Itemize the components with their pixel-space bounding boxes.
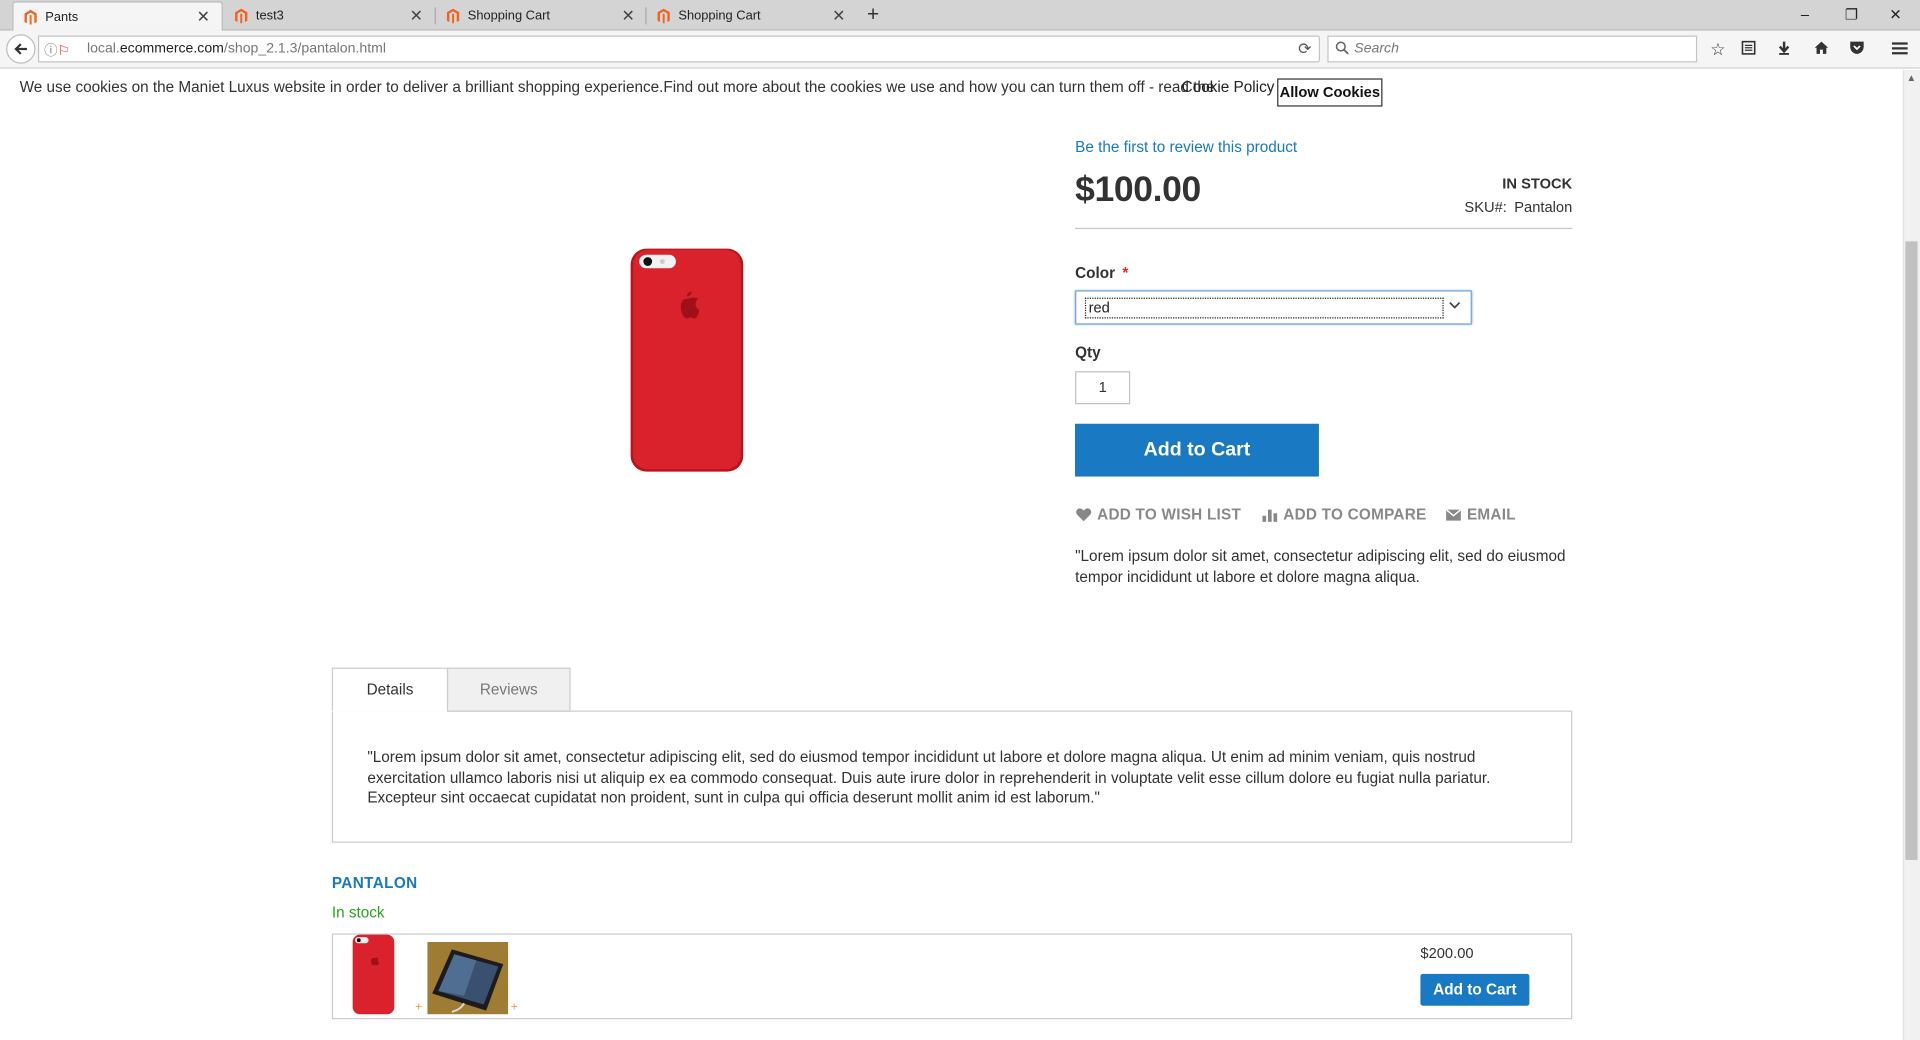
wishlist-label: ADD TO WISH LIST	[1097, 505, 1242, 524]
product-image	[630, 248, 744, 472]
short-description: "Lorem ipsum dolor sit amet, consectetur…	[1075, 547, 1566, 585]
bundle-phone-image[interactable]	[351, 933, 395, 1015]
bundle-price: $200.00	[1420, 944, 1474, 962]
tab-title: test3	[255, 8, 284, 24]
scrollbar-thumb[interactable]	[1905, 241, 1918, 860]
color-select[interactable]: red	[1075, 290, 1472, 325]
tab-details[interactable]: Details	[331, 667, 449, 712]
browser-tab-test3[interactable]: test3 ✕	[224, 1, 435, 30]
close-icon[interactable]: ✕	[195, 7, 212, 27]
cookie-message: We use cookies on the Maniet Luxus websi…	[19, 78, 1215, 96]
email-link[interactable]: EMAIL	[1445, 506, 1516, 523]
site-info-icon[interactable]: ⓘ⚐	[44, 40, 70, 60]
tab-title: Pants	[45, 9, 79, 24]
sku-value: Pantalon	[1514, 198, 1573, 216]
browser-navbar: ⓘ⚐ local.ecommerce.com/shop_2.1.3/pantal…	[0, 30, 1920, 69]
close-icon[interactable]: ✕	[620, 6, 637, 26]
email-label: EMAIL	[1466, 505, 1516, 524]
search-placeholder: Search	[1354, 41, 1399, 57]
bundle-plus-2: +	[510, 1000, 518, 1015]
magento-icon	[657, 8, 670, 24]
price-divider	[1075, 227, 1573, 230]
library-icon	[1741, 40, 1756, 55]
qty-input[interactable]: 1	[1075, 371, 1131, 405]
product-sku: SKU#: Pantalon	[1464, 198, 1572, 215]
color-label: Color *	[1075, 264, 1129, 282]
required-asterisk: *	[1122, 264, 1129, 282]
magento-icon	[24, 9, 37, 24]
color-select-value: red	[1084, 297, 1444, 319]
reading-list-icon[interactable]	[1738, 38, 1760, 60]
close-icon[interactable]: ✕	[830, 6, 847, 26]
bundle-tablet-image[interactable]	[427, 942, 509, 1015]
compare-bars-icon	[1262, 509, 1278, 522]
magento-icon	[235, 8, 248, 24]
tab-title: Shopping Cart	[467, 8, 550, 24]
back-button[interactable]	[6, 34, 36, 64]
menu-icon	[1891, 42, 1908, 55]
download-icon[interactable]	[1773, 38, 1795, 60]
sku-label: SKU#:	[1464, 198, 1507, 216]
add-to-wishlist-link[interactable]: ADD TO WISH LIST	[1075, 506, 1241, 523]
bundle-product-name[interactable]: PANTALON	[332, 875, 418, 892]
bundle-add-to-cart-button[interactable]: Add to Cart	[1420, 973, 1530, 1006]
bookmark-star-icon[interactable]: ☆	[1707, 38, 1729, 60]
search-input[interactable]: Search	[1327, 35, 1698, 63]
browser-tab-shopping-cart-2[interactable]: Shopping Cart ✕	[647, 1, 858, 30]
allow-cookies-button[interactable]: Allow Cookies	[1277, 78, 1383, 107]
url-bar[interactable]: ⓘ⚐ local.ecommerce.com/shop_2.1.3/pantal…	[37, 35, 1321, 63]
pocket-shield-icon	[1849, 41, 1864, 54]
new-tab-button[interactable]: +	[862, 2, 884, 27]
magento-icon	[446, 8, 460, 24]
cookie-notice: We use cookies on the Maniet Luxus websi…	[0, 69, 1903, 112]
cookie-policy-link[interactable]: Cookie Policy	[1182, 78, 1275, 95]
browser-tab-pants[interactable]: Pants ✕	[12, 1, 223, 31]
chevron-down-icon	[1449, 299, 1461, 315]
url-text: local.ecommerce.com/shop_2.1.3/pantalon.…	[86, 41, 386, 57]
tab-title: Shopping Cart	[678, 8, 761, 24]
pocket-icon[interactable]	[1845, 38, 1867, 60]
add-to-cart-button[interactable]: Add to Cart	[1075, 423, 1319, 477]
close-icon[interactable]: ✕	[408, 6, 425, 26]
reload-icon[interactable]: ⟳	[1298, 39, 1311, 59]
restore-button[interactable]: ❐	[1833, 4, 1870, 26]
close-window-button[interactable]: ✕	[1877, 4, 1914, 26]
envelope-icon	[1445, 509, 1462, 521]
compare-label: ADD TO COMPARE	[1283, 505, 1427, 524]
back-arrow-icon	[14, 43, 27, 55]
hamburger-menu-icon[interactable]	[1888, 38, 1910, 60]
browser-tabstrip: Pants ✕ test3 ✕ Shopping Cart ✕ Shopping…	[0, 0, 1920, 31]
browser-tab-shopping-cart[interactable]: Shopping Cart ✕	[436, 1, 647, 30]
download-arrow-icon	[1778, 41, 1790, 55]
bundle-stock-status: In stock	[331, 904, 385, 922]
scroll-up-icon[interactable]: ▲	[1907, 72, 1917, 83]
stock-status: IN STOCK	[1502, 175, 1573, 193]
heart-icon	[1076, 508, 1092, 522]
house-icon	[1814, 41, 1828, 54]
search-icon	[1335, 41, 1349, 55]
first-review-link[interactable]: Be the first to review this product	[1075, 138, 1297, 155]
product-price: $100.00	[1075, 170, 1201, 210]
home-icon[interactable]	[1810, 38, 1832, 60]
tab-reviews[interactable]: Reviews	[446, 667, 571, 712]
add-to-compare-link[interactable]: ADD TO COMPARE	[1261, 506, 1426, 523]
qty-label: Qty	[1075, 344, 1101, 362]
details-description: "Lorem ipsum dolor sit amet, consectetur…	[367, 748, 1491, 807]
minimize-button[interactable]: –	[1787, 4, 1824, 26]
bundle-plus-1: +	[415, 1000, 423, 1015]
